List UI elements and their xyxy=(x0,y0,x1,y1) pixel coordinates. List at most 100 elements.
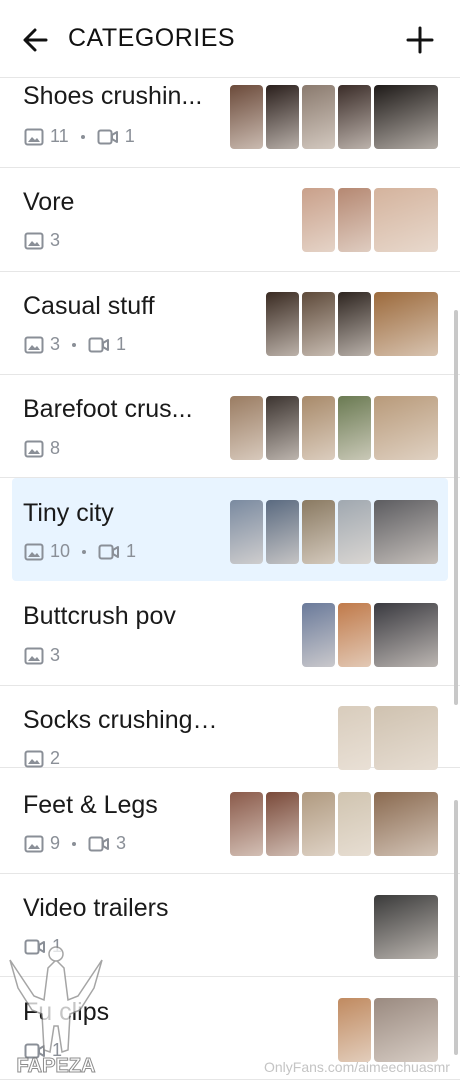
thumbnail-strip xyxy=(338,706,438,770)
thumbnail-image xyxy=(374,500,438,564)
separator-dot xyxy=(80,134,85,139)
thumbnail-image xyxy=(338,792,371,856)
thumbnail-strip xyxy=(266,292,438,356)
video-camera-icon xyxy=(97,128,119,146)
photo-count: 8 xyxy=(50,438,61,458)
video-camera-icon xyxy=(88,336,110,354)
video-count: 1 xyxy=(116,334,127,354)
thumbnail-image xyxy=(374,998,438,1062)
separator-dot xyxy=(72,841,77,846)
category-row[interactable]: Shoes crushin... 11 1 xyxy=(0,78,460,168)
image-icon xyxy=(24,543,44,561)
image-icon xyxy=(24,336,44,354)
category-name: Video trailers xyxy=(23,894,169,922)
arrow-left-icon xyxy=(23,28,48,52)
thumbnail-strip xyxy=(230,500,438,564)
scrollbar[interactable] xyxy=(454,310,458,705)
thumbnail-image xyxy=(338,292,371,356)
top-app-bar: CATEGORIES xyxy=(0,0,460,78)
thumbnail-image xyxy=(374,603,438,667)
thumbnail-strip xyxy=(338,998,438,1062)
category-row[interactable]: Tiny city 10 1 xyxy=(12,478,448,581)
thumbnail-strip xyxy=(230,85,438,149)
thumbnail-image xyxy=(302,188,335,252)
category-row[interactable]: Vore 3 xyxy=(0,168,460,272)
category-row[interactable]: Barefoot crus... 8 xyxy=(0,375,460,478)
video-count: 1 xyxy=(126,541,137,561)
photo-count: 10 xyxy=(50,541,71,561)
thumbnail-image xyxy=(230,85,263,149)
category-row[interactable]: Buttcrush pov 3 xyxy=(0,582,460,686)
separator-dot xyxy=(82,549,87,554)
thumbnail-strip xyxy=(230,792,438,856)
plus-icon xyxy=(406,26,434,54)
thumbnail-image xyxy=(374,895,438,959)
thumbnail-image xyxy=(230,500,263,564)
category-counts: 8 xyxy=(24,438,60,459)
thumbnail-image xyxy=(302,792,335,856)
photo-count: 3 xyxy=(50,645,61,665)
category-counts: 31 xyxy=(24,334,126,355)
watermark-credit: OnlyFans.com/aimeechuasmr xyxy=(264,1059,450,1075)
back-button[interactable] xyxy=(18,22,54,58)
video-count: 3 xyxy=(116,833,127,853)
category-row[interactable]: Casual stuff 3 1 xyxy=(0,272,460,375)
category-name: Barefoot crus... xyxy=(23,395,193,423)
category-list[interactable]: Shoes crushin... 11 1 Vore 3 Casual stuff 3 1 Ba… xyxy=(0,78,460,1080)
thumbnail-image xyxy=(374,85,438,149)
category-name: Casual stuff xyxy=(23,292,155,320)
thumbnail-image xyxy=(302,85,335,149)
category-counts: 3 xyxy=(24,230,60,251)
photo-count: 3 xyxy=(50,230,61,250)
thumbnail-image xyxy=(266,792,299,856)
thumbnail-image xyxy=(338,500,371,564)
thumbnail-image xyxy=(266,396,299,460)
thumbnail-strip xyxy=(374,895,438,959)
page-title: CATEGORIES xyxy=(68,24,236,52)
thumbnail-image xyxy=(338,396,371,460)
photo-count: 2 xyxy=(50,748,61,768)
thumbnail-image xyxy=(338,188,371,252)
photo-count: 11 xyxy=(50,126,69,146)
category-name: Vore xyxy=(23,188,75,216)
thumbnail-image xyxy=(302,603,335,667)
category-name: Feet & Legs xyxy=(23,791,158,819)
image-icon xyxy=(24,647,44,665)
image-icon xyxy=(24,232,44,250)
add-category-button[interactable] xyxy=(402,22,438,58)
thumbnail-image xyxy=(374,792,438,856)
image-icon xyxy=(24,440,44,458)
category-name: Socks crushing pov xyxy=(23,706,223,734)
thumbnail-image xyxy=(230,792,263,856)
thumbnail-image xyxy=(302,292,335,356)
thumbnail-strip xyxy=(302,603,438,667)
thumbnail-image xyxy=(302,500,335,564)
thumbnail-image xyxy=(338,998,371,1062)
category-name: Tiny city xyxy=(23,499,114,527)
video-camera-icon xyxy=(98,543,120,561)
photo-count: 9 xyxy=(50,833,61,853)
thumbnail-image xyxy=(266,500,299,564)
video-camera-icon xyxy=(88,835,110,853)
category-name: Shoes crushin... xyxy=(23,82,203,110)
thumbnail-image xyxy=(266,85,299,149)
thumbnail-image xyxy=(374,706,438,770)
thumbnail-image xyxy=(230,396,263,460)
image-icon xyxy=(24,750,44,768)
photo-count: 3 xyxy=(50,334,61,354)
thumbnail-image xyxy=(374,396,438,460)
scrollbar-secondary[interactable] xyxy=(454,800,458,1055)
video-count: 1 xyxy=(124,126,135,146)
thumbnail-strip xyxy=(230,396,438,460)
thumbnail-strip xyxy=(302,188,438,252)
image-icon xyxy=(24,835,44,853)
category-counts: 93 xyxy=(24,833,126,854)
category-row[interactable]: Socks crushing pov 2 xyxy=(0,686,460,770)
thumbnail-image xyxy=(338,603,371,667)
thumbnail-image xyxy=(266,292,299,356)
thumbnail-image xyxy=(338,706,371,770)
thumbnail-image xyxy=(374,292,438,356)
category-row[interactable]: Feet & Legs 9 3 xyxy=(0,768,460,874)
separator-dot xyxy=(72,342,77,347)
svg-text:FAPEZA: FAPEZA xyxy=(17,1055,96,1076)
